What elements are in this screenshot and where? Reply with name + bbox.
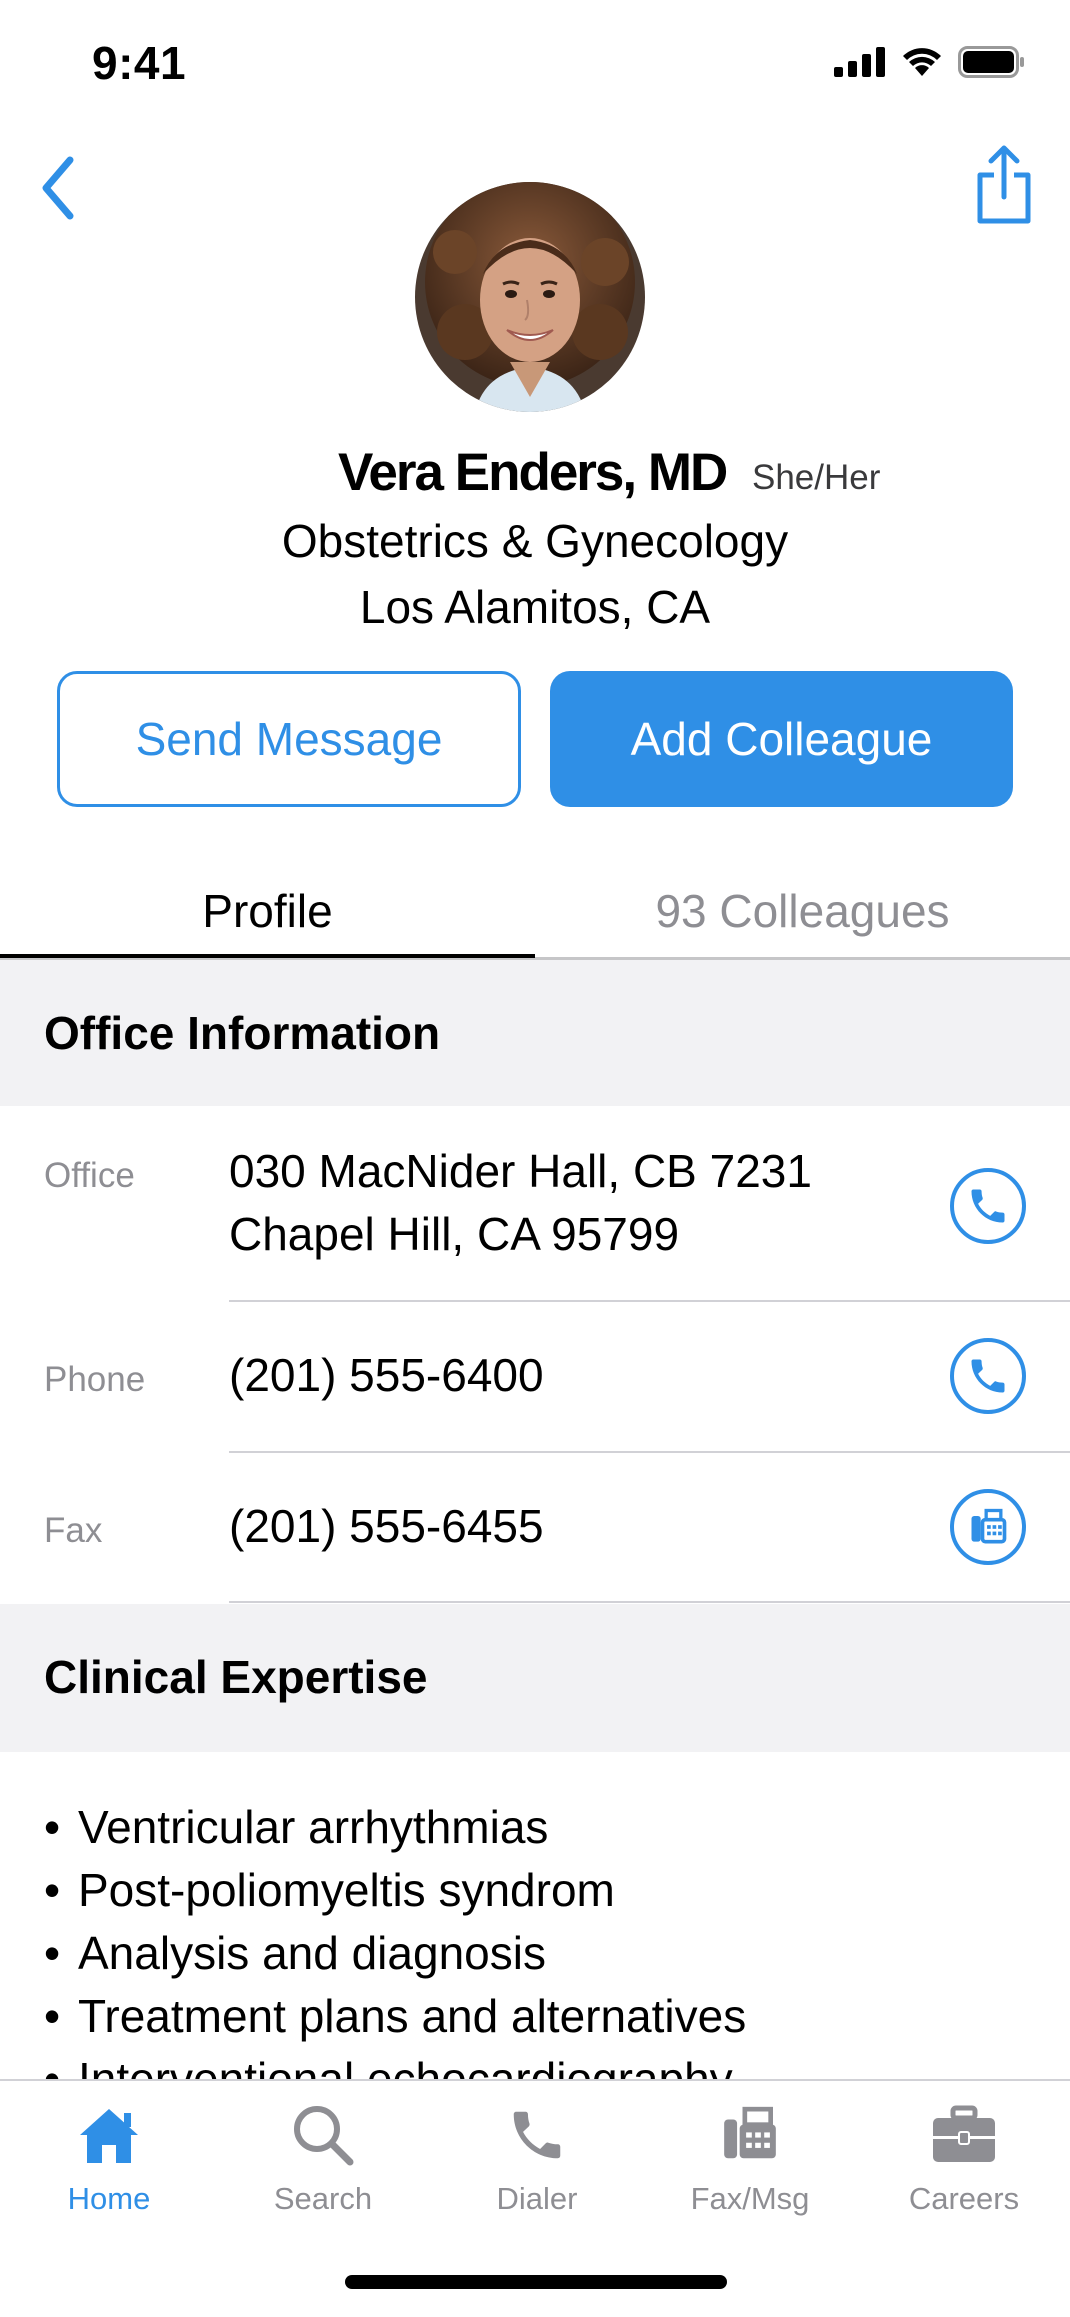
status-icons <box>834 46 1026 78</box>
section-title: Clinical Expertise <box>44 1651 428 1703</box>
status-time: 9:41 <box>92 37 187 89</box>
address-line-1: 030 MacNider Hall, CB 7231 <box>229 1145 812 1197</box>
clinical-expertise-header: Clinical Expertise <box>0 1604 1070 1752</box>
divider <box>229 1601 1070 1603</box>
add-colleague-button[interactable]: Add Colleague <box>550 671 1013 807</box>
section-title: Office Information <box>44 1007 441 1059</box>
list-item: • Analysis and diagnosis <box>44 1927 546 1979</box>
briefcase-icon <box>933 2105 995 2162</box>
fax-number[interactable]: (201) 555-6455 <box>229 1495 544 1558</box>
tab-selected-indicator <box>0 954 535 958</box>
tab-search[interactable]: Search <box>216 2081 430 2231</box>
clinical-expertise-list: • Ventricular arrhythmias • Post-poliomyel… <box>0 1752 1070 2080</box>
pronouns: She/Her <box>752 458 881 497</box>
phone-icon <box>971 1359 1005 1393</box>
list-item: • Treatment plans and alternatives <box>44 1990 747 2042</box>
tab-label: Careers <box>908 2181 1020 2216</box>
avatar <box>415 182 645 412</box>
contact-profile-screen: 9:41 Vera Enders, MD She/Her Obstetrics … <box>0 0 1070 2317</box>
call-office-button[interactable] <box>950 1168 1026 1244</box>
profile-name: Vera Enders, MD <box>338 443 728 502</box>
tab-label: Dialer <box>496 2181 578 2216</box>
phone-icon <box>971 1189 1005 1223</box>
fax-icon <box>724 2106 776 2159</box>
home-icon <box>80 2109 138 2163</box>
fax-icon <box>971 1508 1007 1544</box>
list-item: • Interventional echocardiography <box>44 2053 733 2080</box>
tab-label: Home <box>67 2181 151 2216</box>
list-item: • Ventricular arrhythmias <box>44 1801 549 1853</box>
row-label: Phone <box>44 1360 146 1399</box>
cellular-signal-icon <box>834 47 885 77</box>
tab-label: Search <box>273 2181 373 2216</box>
status-bar: 9:41 <box>0 0 1070 130</box>
phone-row: Phone (201) 555-6400 <box>0 1302 1070 1452</box>
share-icon <box>977 145 1031 224</box>
office-row: Office 030 MacNider Hall, CB 7231 Chapel… <box>0 1106 1070 1302</box>
location: Los Alamitos, CA <box>359 581 711 633</box>
send-message-button[interactable]: Send Message <box>57 671 521 807</box>
phone-icon <box>513 2111 561 2159</box>
call-phone-button[interactable] <box>950 1338 1026 1414</box>
office-information-header: Office Information <box>0 960 1070 1106</box>
tab-dialer[interactable]: Dialer <box>430 2081 644 2231</box>
tab-fax-msg[interactable]: Fax/Msg <box>643 2081 857 2231</box>
office-address[interactable]: 030 MacNider Hall, CB 7231 Chapel Hill, … <box>229 1140 812 1266</box>
send-fax-button[interactable] <box>950 1489 1026 1565</box>
home-indicator <box>345 2275 727 2289</box>
row-label: Office <box>44 1156 135 1195</box>
row-label: Fax <box>44 1511 103 1550</box>
battery-icon <box>958 46 1024 78</box>
profile-tabs: Profile 93 Colleagues <box>0 870 1070 960</box>
chevron-left-icon <box>42 156 74 220</box>
specialty: Obstetrics & Gynecology <box>281 515 789 567</box>
tab-label: Fax/Msg <box>690 2181 810 2216</box>
search-icon <box>294 2106 354 2166</box>
fax-row: Fax (201) 555-6455 <box>0 1453 1070 1603</box>
tab-profile[interactable]: Profile <box>0 870 535 960</box>
back-button[interactable] <box>18 148 98 228</box>
tab-home[interactable]: Home <box>2 2081 216 2231</box>
name-row: Vera Enders, MD She/Her <box>0 442 1070 512</box>
list-item: • Post-poliomyeltis syndrom <box>44 1864 615 1916</box>
phone-number[interactable]: (201) 555-6400 <box>229 1344 544 1407</box>
tab-careers[interactable]: Careers <box>857 2081 1070 2231</box>
wifi-icon <box>903 48 941 76</box>
tab-colleagues[interactable]: 93 Colleagues <box>535 870 1070 960</box>
address-line-2: Chapel Hill, CA 95799 <box>229 1208 680 1260</box>
share-button[interactable] <box>964 140 1044 230</box>
